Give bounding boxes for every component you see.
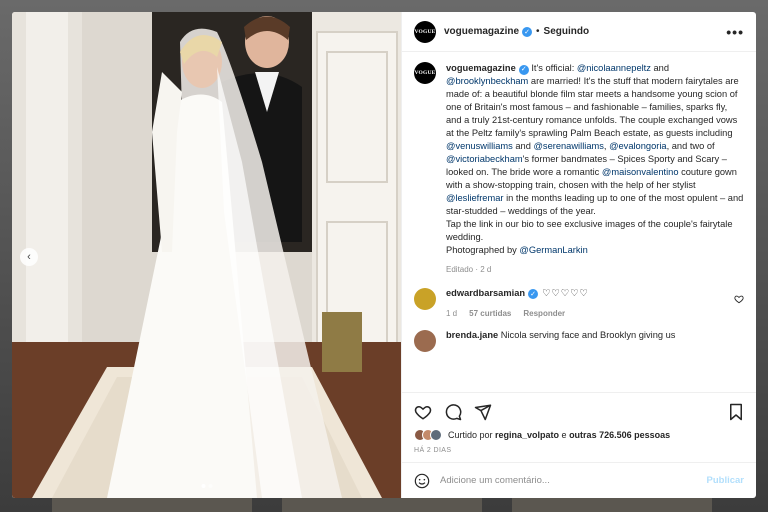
commenter-username[interactable]: edwardbarsamian <box>446 288 525 298</box>
wedding-photo <box>12 12 401 498</box>
header-separator: • <box>536 26 540 37</box>
background-post-thumbnail <box>52 498 252 512</box>
comments-list[interactable]: VOGUE voguemagazine ✓ It's official: @nic… <box>402 52 756 392</box>
mention-link[interactable]: @serenawilliams <box>533 141 603 151</box>
verified-icon: ✓ <box>522 26 533 37</box>
carousel-indicator <box>201 484 212 488</box>
bookmark-icon[interactable] <box>728 403 744 421</box>
comment-body: brenda.jane Nicola serving face and Broo… <box>446 330 744 340</box>
background-post-thumbnail <box>512 498 712 512</box>
caption-text: voguemagazine ✓ It's official: @nicolaann… <box>446 62 744 257</box>
caption-segment: Photographed by <box>446 245 520 255</box>
mention-link[interactable]: @venuswilliams <box>446 141 513 151</box>
commenter-avatar[interactable] <box>414 330 436 352</box>
caption-username[interactable]: voguemagazine <box>446 63 516 73</box>
comment-item: edwardbarsamian ✓ ♡♡♡♡♡ 1 d 57 curtidas Re… <box>414 288 744 318</box>
add-comment-bar: Publicar <box>402 462 756 498</box>
mention-link[interactable]: @evalongoria <box>609 141 667 151</box>
caption-segment: It's official: <box>528 63 577 73</box>
mention-link[interactable]: @maisonvalentino <box>602 167 679 177</box>
verified-icon: ✓ <box>518 64 529 75</box>
author-username[interactable]: voguemagazine <box>444 26 519 37</box>
caption-segment: and <box>512 141 534 151</box>
commenter-username[interactable]: brenda.jane <box>446 330 498 340</box>
comment-input[interactable] <box>440 475 697 486</box>
mention-link[interactable]: @GermanLarkin <box>519 245 587 255</box>
share-icon[interactable] <box>474 403 492 421</box>
comment-item: brenda.jane Nicola serving face and Broo… <box>414 330 744 352</box>
more-options-button[interactable]: ••• <box>726 24 744 40</box>
comment-meta: 1 d 57 curtidas Responder <box>446 309 724 318</box>
comment-like-heart-icon[interactable] <box>734 294 744 304</box>
carousel-dot <box>208 484 212 488</box>
liked-by: Curtido por regina_volpato e outras 726.… <box>414 429 744 441</box>
author-avatar[interactable]: VOGUE <box>414 20 436 43</box>
mention-link[interactable]: @brooklynbeckham <box>446 76 528 86</box>
publish-button[interactable]: Publicar <box>707 475 745 486</box>
verified-icon: ✓ <box>528 289 539 299</box>
emoji-icon[interactable] <box>414 473 430 489</box>
comment-icon[interactable] <box>444 403 462 421</box>
liked-count-link[interactable]: outras 726.506 pessoas <box>569 430 670 440</box>
post-actions: Curtido por regina_volpato e outras 726.… <box>402 392 756 454</box>
caption-segment: , and two of <box>666 141 715 151</box>
carousel-dot <box>201 484 205 488</box>
post-header: VOGUE voguemagazine ✓ • Seguindo ••• <box>402 12 756 52</box>
post-date: HÁ 2 DIAS <box>414 447 452 454</box>
liked-user-link[interactable]: regina_volpato <box>495 430 559 440</box>
caption-segment: and <box>650 63 670 73</box>
caption-line: Tap the link in our bio to see exclusive… <box>446 219 733 242</box>
mention-link[interactable]: @victoriabeckham <box>446 154 523 164</box>
commenter-avatar[interactable] <box>414 288 436 310</box>
mention-link[interactable]: @nicolaannepeltz <box>577 63 651 73</box>
caption-avatar[interactable]: VOGUE <box>414 62 436 84</box>
mention-link[interactable]: @lesliefremar <box>446 193 503 203</box>
reply-button[interactable]: Responder <box>523 309 565 318</box>
chevron-left-icon: ‹ <box>27 251 31 263</box>
comment-text: ♡♡♡♡♡ <box>542 288 589 298</box>
heart-icon[interactable] <box>414 403 432 421</box>
post-photo: ‹ <box>12 12 401 498</box>
liked-middle: e <box>559 430 570 440</box>
post-side-panel: VOGUE voguemagazine ✓ • Seguindo ••• VOG… <box>401 12 756 498</box>
edited-label: Editado · 2 d <box>446 265 492 274</box>
liked-prefix: Curtido por <box>448 430 496 440</box>
liked-by-text: Curtido por regina_volpato e outras 726.… <box>448 430 670 440</box>
comment-time: 1 d <box>446 309 458 318</box>
carousel-prev-button[interactable]: ‹ <box>20 248 38 266</box>
comment-text: Nicola serving face and Brooklyn giving … <box>500 330 676 340</box>
action-icons <box>414 401 744 423</box>
comment-body: edwardbarsamian ✓ ♡♡♡♡♡ 1 d 57 curtidas Re… <box>446 288 724 318</box>
liker-avatar <box>430 429 442 441</box>
post-caption: VOGUE voguemagazine ✓ It's official: @nic… <box>414 62 744 257</box>
following-button[interactable]: Seguindo <box>544 26 590 37</box>
post-modal: ‹ VOGUE voguemagazine ✓ • Seguindo ••• V… <box>12 12 756 498</box>
background-post-thumbnail <box>282 498 482 512</box>
liker-avatars <box>414 429 442 441</box>
comment-likes[interactable]: 57 curtidas <box>469 309 511 318</box>
